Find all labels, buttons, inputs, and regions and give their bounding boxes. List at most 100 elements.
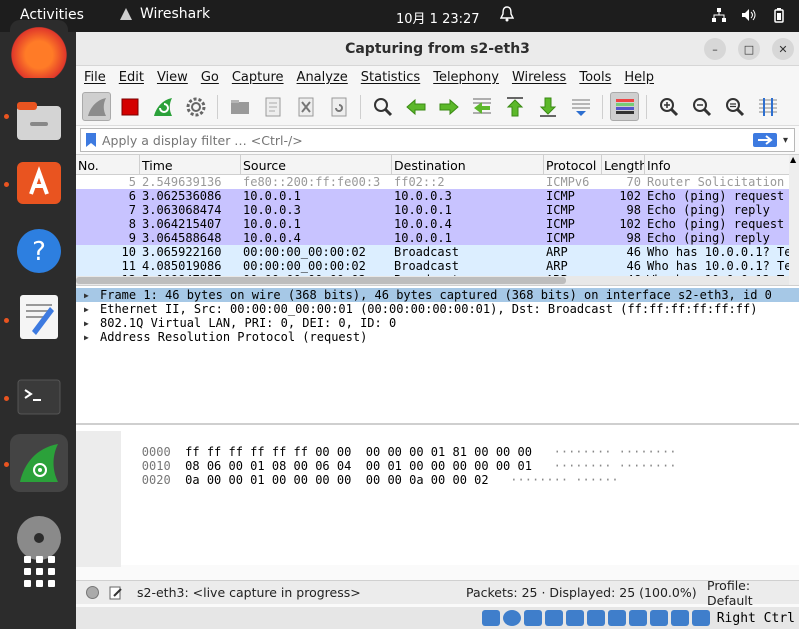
menu-view[interactable]: View [157,70,188,85]
menu-statistics[interactable]: Statistics [361,70,420,85]
files-icon[interactable] [10,92,68,150]
menu-analyze[interactable]: Analyze [297,70,348,85]
go-forward-button[interactable] [434,92,463,121]
cell-time: 3.064588648 [142,231,222,245]
find-packet-button[interactable] [368,92,397,121]
expand-arrow-icon[interactable]: ▶ [84,305,100,314]
system-tray[interactable] [711,7,787,23]
running-indicator [4,318,9,323]
column-header-destination[interactable]: Destination [392,155,544,174]
app-indicator[interactable]: Wireshark [118,6,210,22]
bytes-row[interactable]: 0020 0a 00 00 01 00 00 00 00 00 00 0a 00… [84,459,676,487]
scroll-up-arrow-icon[interactable]: ▲ [790,155,796,164]
detail-row-arp[interactable]: ▶ Address Resolution Protocol (request) [76,330,799,344]
maximize-button[interactable]: □ [738,38,760,60]
table-row[interactable]: 6 3.062536086 10.0.0.1 10.0.0.3 ICMP 102… [76,189,799,203]
expand-arrow-icon[interactable]: ▶ [84,333,100,342]
wireshark-dock-icon[interactable] [10,434,68,492]
start-capture-button[interactable] [82,92,111,121]
power-icon[interactable] [771,7,787,23]
column-header-source[interactable]: Source [241,155,392,174]
expert-info-icon[interactable] [86,586,99,599]
menu-wireless[interactable]: Wireless [512,70,566,85]
scrollbar-thumb[interactable] [76,277,566,284]
software-icon[interactable] [10,152,68,210]
autoscroll-button[interactable] [566,92,595,121]
apply-filter-arrow-icon[interactable] [752,132,777,148]
text-editor-icon[interactable] [10,287,68,345]
detail-row-vlan[interactable]: ▶ 802.1Q Virtual LAN, PRI: 0, DEI: 0, ID… [76,316,799,330]
zoom-in-button[interactable] [654,92,683,121]
capture-options-button[interactable] [181,92,210,121]
column-header-time[interactable]: Time [140,155,241,174]
hdd-icon[interactable] [481,610,500,626]
packet-list-horizontal-scrollbar[interactable] [76,276,789,285]
restart-capture-button[interactable] [148,92,177,121]
table-row[interactable]: 9 3.064588648 10.0.0.4 10.0.0.1 ICMP 98 … [76,231,799,245]
recording-icon[interactable] [628,610,647,626]
menu-edit[interactable]: Edit [119,70,144,85]
open-file-button[interactable] [225,92,254,121]
minimize-button[interactable]: – [704,38,726,60]
packet-list-vertical-scrollbar[interactable]: ▲ [789,155,799,285]
usb-icon[interactable] [565,610,584,626]
detail-row-frame[interactable]: ▶ Frame 1: 46 bytes on wire (368 bits), … [76,288,799,302]
menu-tools[interactable]: Tools [579,70,611,85]
column-header-no[interactable]: No. [76,155,140,174]
reload-file-button[interactable] [324,92,353,121]
table-row[interactable]: 7 3.063068474 10.0.0.3 10.0.0.1 ICMP 98 … [76,203,799,217]
cpu-icon[interactable] [649,610,668,626]
column-header-protocol[interactable]: Protocol [544,155,602,174]
table-row[interactable]: 10 3.065922160 00:00:00_00:00:02 Broadca… [76,245,799,259]
show-apps-icon[interactable] [10,542,68,600]
table-row[interactable]: 5 2.549639136 fe80::200:ff:fe00:3 ff02::… [76,175,799,189]
detail-row-ethernet[interactable]: ▶ Ethernet II, Src: 00:00:00_00:00:01 (0… [76,302,799,316]
close-button[interactable]: ✕ [772,38,794,60]
save-file-button[interactable] [258,92,287,121]
resize-columns-button[interactable] [753,92,782,121]
menu-telephony[interactable]: Telephony [433,70,499,85]
audio-icon[interactable] [523,610,542,626]
first-packet-button[interactable] [500,92,529,121]
volume-icon[interactable] [741,7,757,23]
terminal-icon[interactable] [10,368,68,426]
bell-icon[interactable] [500,6,514,22]
column-header-length[interactable]: Length [602,155,645,174]
bookmark-icon[interactable] [84,132,98,148]
expand-arrow-icon[interactable]: ▶ [84,319,100,328]
table-row[interactable]: 11 4.085019086 00:00:00_00:00:02 Broadca… [76,259,799,273]
column-header-info[interactable]: Info [645,155,799,174]
firefox-icon[interactable] [10,20,68,78]
capture-comment-icon[interactable] [109,586,123,600]
colorize-button[interactable] [610,92,639,121]
display-filter-input[interactable] [98,132,753,148]
menu-go[interactable]: Go [201,70,219,85]
go-to-packet-button[interactable] [467,92,496,121]
network-adapter-icon[interactable] [544,610,563,626]
mouse-integration-icon[interactable] [670,610,689,626]
bytes-row[interactable]: 0000 ff ff ff ff ff ff 00 00 00 00 00 01… [84,431,677,459]
stop-capture-button[interactable] [115,92,144,121]
bytes-row[interactable]: 0010 08 06 00 01 08 00 06 04 00 01 00 00… [84,445,677,473]
expand-arrow-icon[interactable]: ▶ [84,291,100,300]
close-file-button[interactable] [291,92,320,121]
cell-no: 7 [128,203,136,217]
table-row[interactable]: 8 3.064215407 10.0.0.1 10.0.0.4 ICMP 102… [76,217,799,231]
shared-folder-icon[interactable] [586,610,605,626]
menu-help[interactable]: Help [624,70,654,85]
keyboard-icon[interactable] [691,610,710,626]
menu-file[interactable]: File [84,70,106,85]
normal-size-button[interactable] [720,92,749,121]
filter-history-dropdown[interactable]: ▾ [783,135,788,146]
clock[interactable]: 10月 1 23:27 [396,8,480,27]
status-profile[interactable]: Profile: Default [707,578,799,608]
zoom-out-button[interactable] [687,92,716,121]
optical-drive-icon[interactable] [502,610,521,626]
network-icon[interactable] [711,7,727,23]
title-bar[interactable]: Capturing from s2-eth3 – □ ✕ [76,32,799,66]
last-packet-button[interactable] [533,92,562,121]
help-icon[interactable]: ? [10,222,68,280]
menu-capture[interactable]: Capture [232,70,284,85]
go-back-button[interactable] [401,92,430,121]
display-icon[interactable] [607,610,626,626]
